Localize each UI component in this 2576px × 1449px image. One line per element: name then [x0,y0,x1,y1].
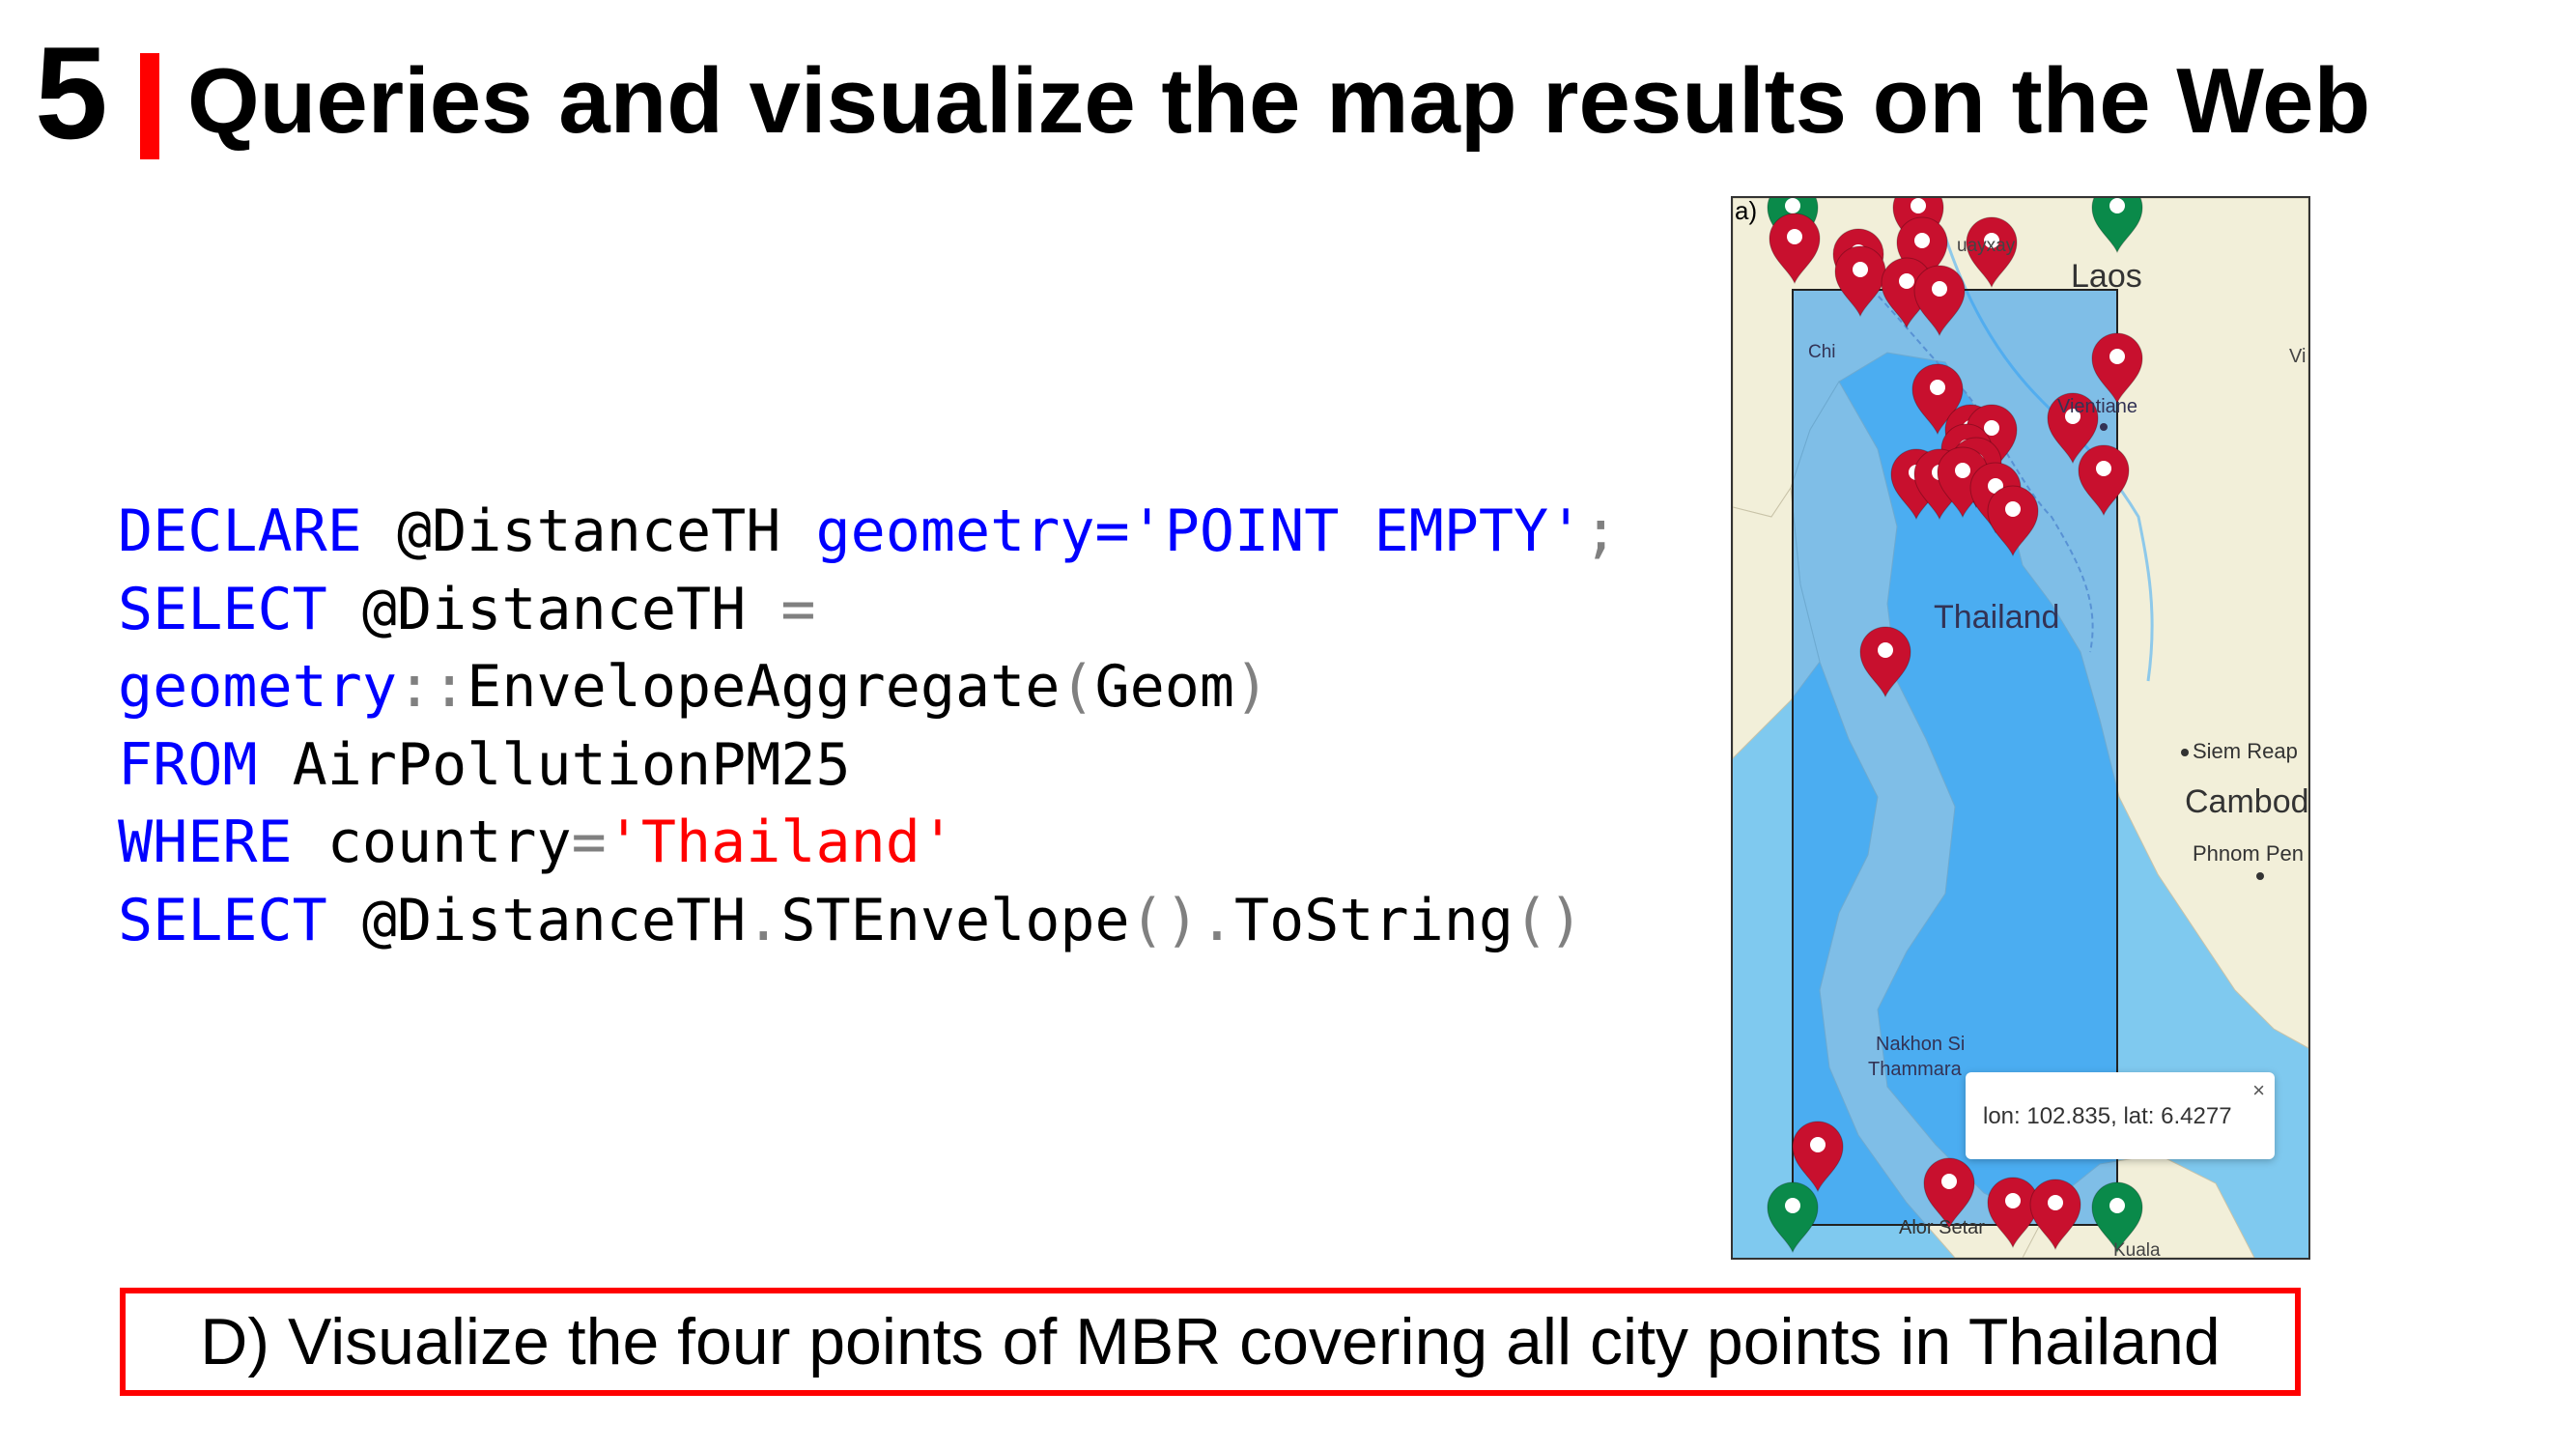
label-alor-setar: Alor Setar [1899,1217,1985,1238]
caption-box: D) Visualize the four points of MBR cove… [120,1288,2301,1396]
city-dot-siem-reap [2181,749,2189,756]
label-kuala: Kuala [2113,1240,2161,1258]
code-line-1: DECLARE @DistanceTH geometry='POINT EMPT… [118,497,1619,565]
code-line-3: geometry::EnvelopeAggregate(Geom) [118,653,1270,721]
label-cambodia: Cambod [2185,783,2308,820]
mbr-corner-marker-icon[interactable] [1767,1181,1819,1254]
panel-label: a) [1735,198,1757,225]
label-laos: Laos [2071,258,2142,295]
map-view[interactable]: a) uayxay Laos Chi Vientiane Vi Thailand… [1731,196,2310,1260]
label-chiang: Chi [1808,342,1836,362]
label-siem-reap: Siem Reap [2193,739,2298,763]
popup-close-icon[interactable]: × [2252,1078,2265,1103]
label-nakhon: Nakhon Si [1876,1034,1965,1055]
label-vi: Vi [2289,346,2306,367]
label-vientiane: Vientiane [2057,396,2137,417]
popup-coordinates: lon: 102.835, lat: 6.4277 [1983,1103,2232,1129]
city-dot-vientiane [2100,423,2108,431]
label-thailand: Thailand [1934,599,2059,636]
caption-text: D) Visualize the four points of MBR cove… [200,1305,2221,1378]
code-line-6: SELECT @DistanceTH.STEnvelope().ToString… [118,886,1584,954]
label-phnom-penh: Phnom Pen [2193,841,2304,866]
code-line-5: WHERE country='Thailand' [118,809,955,876]
city-dot-phnom-penh [2256,872,2264,880]
slide-number: 5 [35,19,108,166]
slide-title: Queries and visualize the map results on… [187,49,2371,153]
sql-code-block: DECLARE @DistanceTH geometry='POINT EMPT… [118,493,1618,959]
title-accent-bar [140,53,159,159]
map-popup: lon: 102.835, lat: 6.4277 × [1966,1072,2275,1159]
code-line-4: FROM AirPollutionPM25 [118,730,851,799]
label-huayxay: uayxay [1957,236,2016,256]
label-thammarat: Thammara [1868,1059,1963,1080]
code-line-2: SELECT @DistanceTH = [118,575,816,643]
